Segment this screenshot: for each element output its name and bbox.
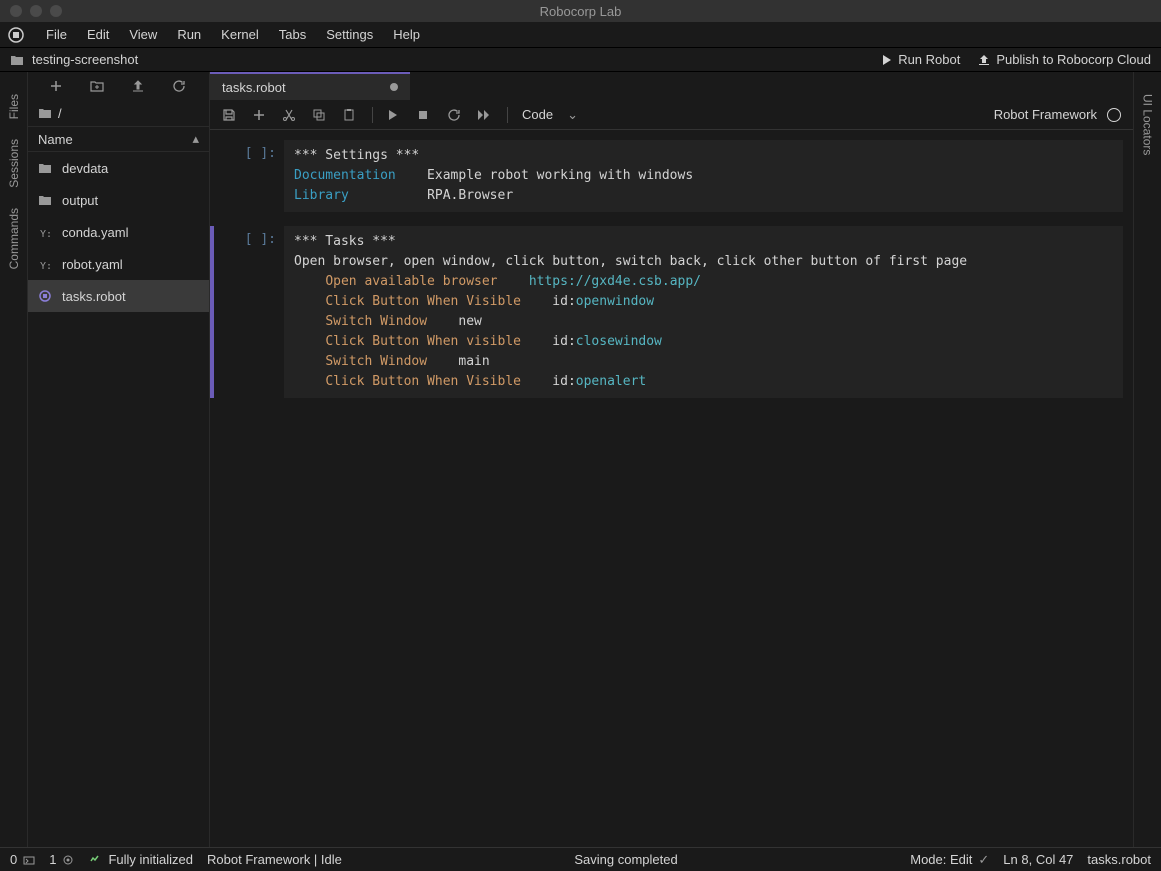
status-position[interactable]: Ln 8, Col 47	[1003, 852, 1073, 867]
copy-icon[interactable]	[312, 108, 328, 122]
titlebar: Robocorp Lab	[0, 0, 1161, 22]
file-item-conda-yaml[interactable]: Y:conda.yaml	[28, 216, 209, 248]
editor-tabs: tasks.robot	[210, 72, 1133, 100]
status-kernel[interactable]: Robot Framework | Idle	[207, 852, 342, 867]
paste-icon[interactable]	[342, 108, 358, 122]
code-cell[interactable]: [ ]:*** Settings ***Documentation Exampl…	[210, 140, 1123, 212]
project-toolbar: testing-screenshot Run Robot Publish to …	[0, 48, 1161, 72]
cell-prompt: [ ]:	[214, 140, 284, 212]
cut-icon[interactable]	[282, 108, 298, 122]
left-activity-bar: FilesSessionsCommands	[0, 72, 28, 847]
code-cell[interactable]: [ ]:*** Tasks ***Open browser, open wind…	[210, 226, 1123, 398]
menu-file[interactable]: File	[36, 27, 77, 42]
dirty-indicator-icon	[390, 83, 398, 91]
yaml-icon: Y:	[38, 225, 54, 240]
editor-toolbar: Code ⌄ Robot Framework	[210, 100, 1133, 130]
cell-type-label: Code	[522, 107, 553, 122]
app-icon	[6, 25, 26, 45]
menubar: FileEditViewRunKernelTabsSettingsHelp	[0, 22, 1161, 48]
rail-ui-locators[interactable]: UI Locators	[1141, 84, 1155, 165]
menu-run[interactable]: Run	[167, 27, 211, 42]
status-mode[interactable]: Mode: Edit ✓	[910, 852, 989, 868]
new-folder-icon[interactable]	[90, 79, 106, 93]
run-robot-button[interactable]: Run Robot	[882, 52, 960, 67]
rail-sessions[interactable]: Sessions	[7, 129, 21, 198]
cell-prompt: [ ]:	[214, 226, 284, 398]
publish-label: Publish to Robocorp Cloud	[996, 52, 1151, 67]
maximize-traffic-light[interactable]	[50, 5, 62, 17]
rail-files[interactable]: Files	[7, 84, 21, 129]
menu-tabs[interactable]: Tabs	[269, 27, 316, 42]
restart-icon[interactable]	[447, 108, 463, 122]
file-item-robot-yaml[interactable]: Y:robot.yaml	[28, 248, 209, 280]
status-init[interactable]: Fully initialized	[88, 852, 193, 867]
file-sidebar: / Name ▴ devdataoutputY:conda.yamlY:robo…	[28, 72, 210, 847]
check-icon: ✓	[978, 852, 989, 868]
run-cell-icon[interactable]	[387, 109, 403, 121]
rail-commands[interactable]: Commands	[7, 198, 21, 279]
save-icon[interactable]	[222, 108, 238, 122]
file-list-header[interactable]: Name ▴	[28, 126, 209, 152]
notebook-cells: [ ]:*** Settings ***Documentation Exampl…	[210, 130, 1133, 847]
window-title: Robocorp Lab	[540, 4, 622, 19]
close-traffic-light[interactable]	[10, 5, 22, 17]
minimize-traffic-light[interactable]	[30, 5, 42, 17]
folder-icon	[10, 53, 24, 67]
file-item-tasks-robot[interactable]: tasks.robot	[28, 280, 209, 312]
folder-icon	[38, 193, 54, 207]
refresh-icon[interactable]	[172, 79, 188, 93]
kernel-language[interactable]: Robot Framework	[994, 107, 1097, 122]
menu-edit[interactable]: Edit	[77, 27, 119, 42]
breadcrumb-path: /	[58, 106, 62, 121]
add-cell-icon[interactable]	[252, 108, 268, 122]
run-all-icon[interactable]	[477, 109, 493, 121]
breadcrumb[interactable]: /	[28, 100, 209, 126]
status-counter-1[interactable]: 1	[49, 852, 74, 867]
cell-body[interactable]: *** Tasks ***Open browser, open window, …	[284, 226, 1123, 398]
file-item-output[interactable]: output	[28, 184, 209, 216]
sort-chevron-icon: ▴	[192, 131, 199, 147]
menu-view[interactable]: View	[119, 27, 167, 42]
menu-kernel[interactable]: Kernel	[211, 27, 269, 42]
status-counter-0[interactable]: 0	[10, 852, 35, 867]
statusbar: 0 1 Fully initialized Robot Framework | …	[0, 847, 1161, 871]
cell-body[interactable]: *** Settings ***Documentation Example ro…	[284, 140, 1123, 212]
name-column-label: Name	[38, 132, 73, 147]
file-list: devdataoutputY:conda.yamlY:robot.yamltas…	[28, 152, 209, 847]
new-file-icon[interactable]	[49, 79, 65, 93]
file-item-devdata[interactable]: devdata	[28, 152, 209, 184]
kernel-status-icon	[1107, 108, 1121, 122]
window-controls	[10, 5, 62, 17]
chevron-down-icon: ⌄	[567, 107, 578, 123]
robot-icon	[38, 289, 54, 303]
menu-settings[interactable]: Settings	[316, 27, 383, 42]
run-robot-label: Run Robot	[898, 52, 960, 67]
cell-type-dropdown[interactable]: Code ⌄	[522, 107, 578, 123]
tab-tasks-robot[interactable]: tasks.robot	[210, 72, 410, 100]
status-save: Saving completed	[574, 852, 677, 867]
menu-help[interactable]: Help	[383, 27, 430, 42]
upload-icon[interactable]	[131, 79, 147, 93]
yaml-icon: Y:	[38, 257, 54, 272]
publish-button[interactable]: Publish to Robocorp Cloud	[978, 52, 1151, 67]
stop-icon[interactable]	[417, 109, 433, 121]
project-name: testing-screenshot	[32, 52, 138, 67]
editor-area: tasks.robot Code ⌄ Robot Framework [ ]:*…	[210, 72, 1133, 847]
status-filename: tasks.robot	[1087, 852, 1151, 867]
folder-icon	[38, 161, 54, 175]
right-activity-bar: UI Locators	[1133, 72, 1161, 847]
sidebar-toolbar	[28, 72, 209, 100]
